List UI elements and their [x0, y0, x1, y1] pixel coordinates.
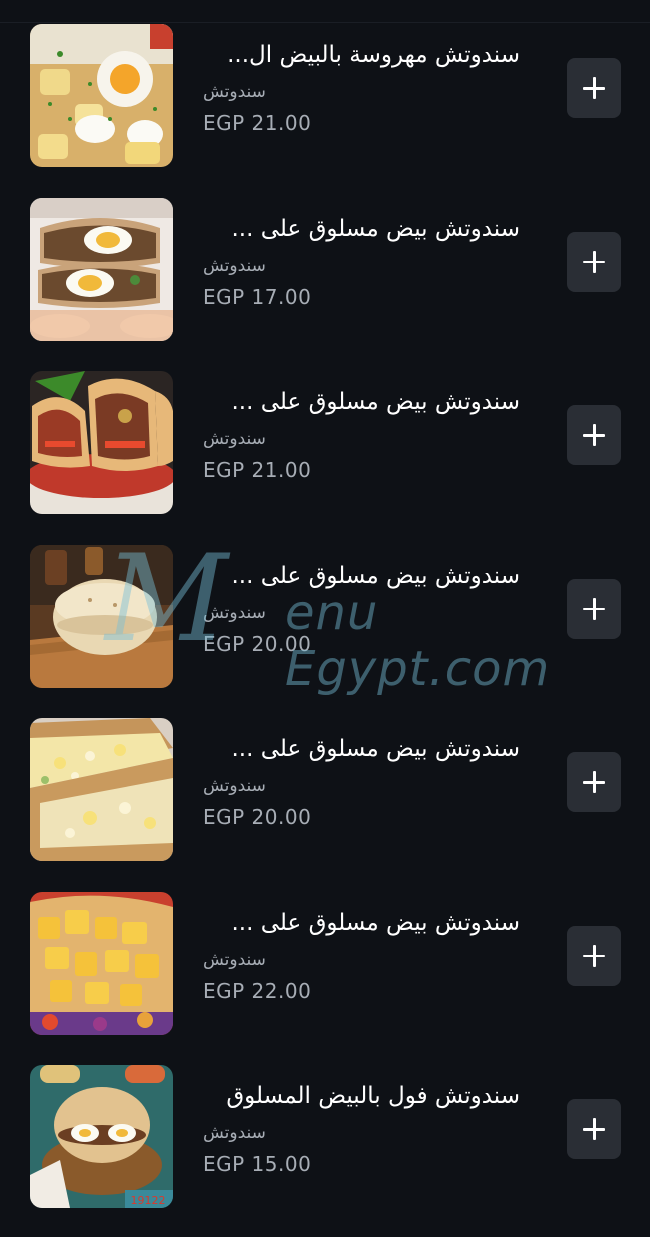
item-category: سندوتش [203, 949, 266, 970]
item-name: سندوتش بيض مسلوق على ... [231, 562, 521, 589]
item-name: سندوتش مهروسة بالبيض ال... [227, 42, 520, 68]
item-category: سندوتش [203, 1123, 266, 1143]
plus-icon [583, 771, 605, 793]
add-to-cart-button[interactable] [567, 752, 621, 812]
item-name: سندوتش بيض مسلوق على ... [231, 909, 521, 936]
menu-item[interactable]: 19122 سندوتش فول بالبيض المسلوق سندوتش E… [0, 1063, 650, 1237]
item-price: EGP 17.00 [203, 284, 312, 309]
add-to-cart-button[interactable] [567, 58, 621, 118]
menu-item[interactable]: سندوتش بيض مسلوق على ... سندوتش EGP 20.0… [0, 716, 650, 890]
item-price: EGP 22.00 [203, 978, 312, 1003]
item-category: سندوتش [203, 602, 266, 623]
item-price: EGP 15.00 [203, 1152, 312, 1176]
menu-item[interactable]: سندوتش بيض مسلوق على ... سندوتش EGP 21.0… [0, 369, 650, 543]
item-image [30, 371, 173, 514]
menu-item[interactable]: سندوتش بيض مسلوق على ... سندوتش EGP 20.0… [0, 543, 650, 717]
plus-icon [583, 250, 605, 273]
item-image [30, 24, 173, 167]
item-name: سندوتش بيض مسلوق على ... [231, 736, 521, 762]
item-category: سندوتش [203, 82, 266, 102]
plus-icon [583, 77, 605, 99]
item-price: EGP 21.00 [203, 458, 312, 482]
item-image [30, 197, 173, 341]
menu-list: سندوتش مهروسة بالبيض ال... سندوتش EGP 21… [0, 22, 650, 1237]
item-image [30, 718, 173, 861]
item-price: EGP 21.00 [203, 111, 312, 135]
add-to-cart-button[interactable] [567, 1099, 621, 1159]
menu-item[interactable]: سندوتش مهروسة بالبيض ال... سندوتش EGP 21… [0, 22, 650, 196]
svg-text:19122: 19122 [131, 1194, 166, 1207]
item-image [30, 891, 173, 1035]
item-image: 19122 [30, 1065, 173, 1208]
item-price: EGP 20.00 [203, 805, 312, 829]
item-image [30, 544, 173, 688]
item-category: سندوتش [203, 255, 266, 276]
add-to-cart-button[interactable] [567, 405, 621, 465]
plus-icon [583, 424, 605, 446]
menu-item[interactable]: سندوتش بيض مسلوق على ... سندوتش EGP 17.0… [0, 196, 650, 370]
item-name: سندوتش بيض مسلوق على ... [231, 389, 521, 415]
plus-icon [583, 1118, 605, 1140]
item-name: سندوتش بيض مسلوق على ... [231, 215, 521, 242]
plus-icon [583, 944, 605, 967]
add-to-cart-button[interactable] [567, 578, 621, 639]
item-category: سندوتش [203, 776, 266, 796]
item-name: سندوتش فول بالبيض المسلوق [226, 1083, 520, 1109]
plus-icon [583, 597, 605, 620]
add-to-cart-button[interactable] [567, 231, 621, 292]
add-to-cart-button[interactable] [567, 925, 621, 986]
top-bar [0, 0, 650, 23]
item-price: EGP 20.00 [203, 631, 312, 656]
menu-item[interactable]: سندوتش بيض مسلوق على ... سندوتش EGP 22.0… [0, 890, 650, 1064]
item-category: سندوتش [203, 429, 266, 449]
